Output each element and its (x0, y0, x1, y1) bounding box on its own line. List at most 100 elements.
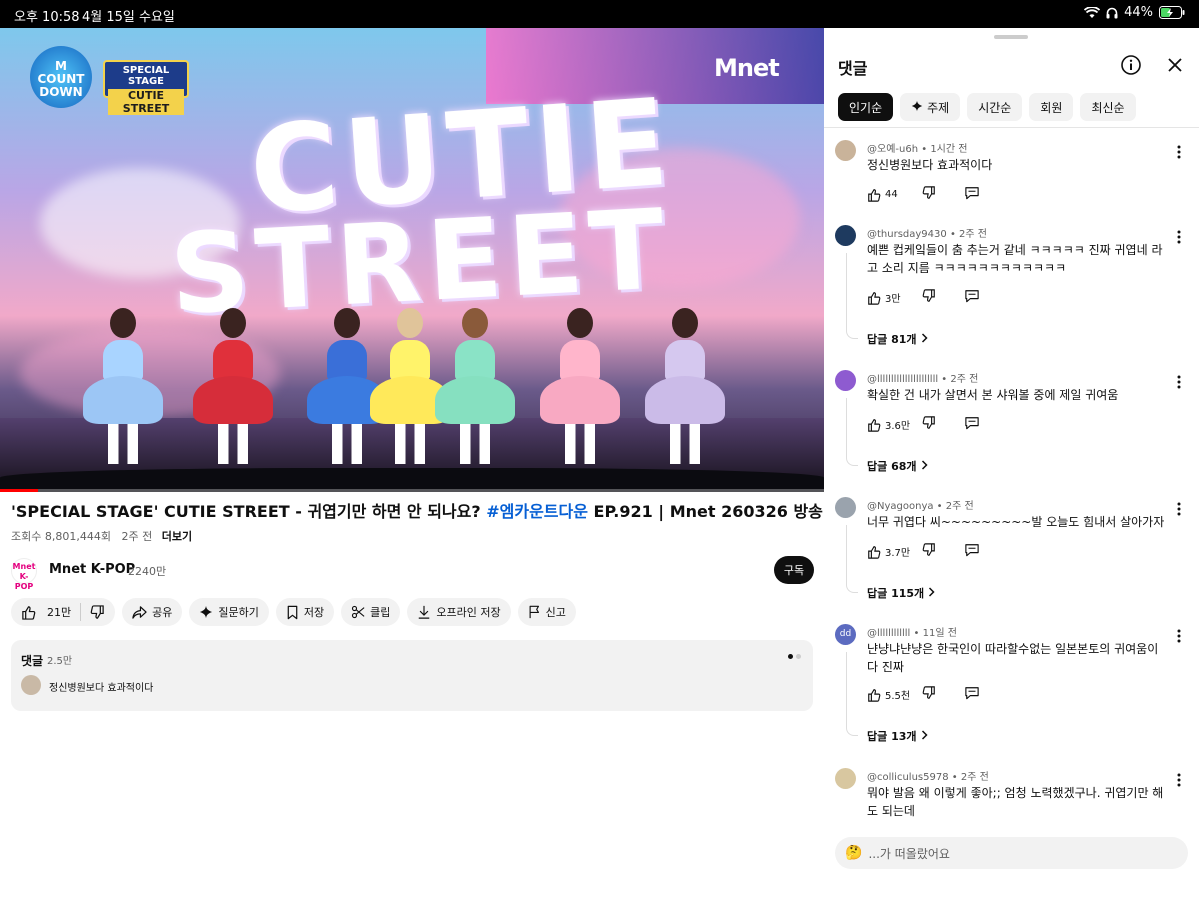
sparkle-icon (199, 605, 213, 619)
comment-header: @colliculus5978 • 2주 전 (867, 772, 989, 783)
status-indicators: 44% (1084, 5, 1185, 20)
thumbs-down-icon[interactable] (922, 416, 964, 433)
replies-toggle[interactable]: 답글 115개 (867, 585, 935, 601)
more-vert-icon[interactable] (1177, 374, 1181, 393)
share-icon (132, 605, 147, 620)
channel-name[interactable]: Mnet K-POP (49, 562, 135, 577)
comment-author[interactable]: @llllllllllll (867, 628, 910, 639)
comment-author[interactable]: @colliculus5978 (867, 772, 949, 783)
comment-like-count: 3.6만 (885, 421, 911, 432)
offline-label: 오프라인 저장 (436, 606, 501, 619)
reply-icon[interactable] (964, 416, 980, 433)
more-vert-icon[interactable] (1177, 501, 1181, 520)
comment-author[interactable]: @llllllllllllllllllllll (867, 374, 938, 385)
comment-like[interactable]: 3만 (867, 290, 922, 305)
more-vert-icon[interactable] (1177, 628, 1181, 647)
like-count[interactable]: 21만 (47, 604, 71, 620)
thread-line (846, 398, 858, 466)
chip-topic[interactable]: 주제 (900, 93, 961, 121)
comment-like[interactable]: 5.5천 (867, 687, 922, 702)
more-vert-icon[interactable] (1177, 229, 1181, 248)
thumbs-up-icon[interactable] (21, 605, 36, 620)
chip-members[interactable]: 회원 (1029, 93, 1074, 121)
avatar[interactable] (835, 370, 856, 391)
chip-label: 인기순 (849, 100, 883, 115)
comment-like[interactable]: 3.6만 (867, 417, 922, 432)
avatar[interactable] (835, 140, 856, 161)
replies-toggle[interactable]: 답글 81개 (867, 331, 928, 347)
thumbs-up-icon (868, 291, 881, 305)
thumbs-down-icon[interactable] (922, 686, 964, 703)
sparkle-icon (911, 100, 923, 115)
thumbs-down-icon[interactable] (922, 289, 964, 306)
comment-age: 2주 전 (959, 229, 987, 240)
avatar[interactable] (835, 225, 856, 246)
reply-icon[interactable] (964, 543, 980, 560)
chip-timeline[interactable]: 시간순 (967, 93, 1023, 121)
replies-count: 답글 81개 (867, 333, 917, 346)
report-button[interactable]: 신고 (517, 598, 576, 626)
comment-author[interactable]: @thursday9430 (867, 229, 947, 240)
headphones-icon (1106, 7, 1118, 19)
thumbs-down-icon[interactable] (90, 604, 105, 620)
comment-like[interactable]: 44 (867, 188, 922, 202)
thread-line (846, 253, 858, 339)
comment-actions: 5.5천 (867, 686, 980, 703)
thumbs-up-icon (868, 688, 881, 702)
video-progress-bar[interactable] (0, 489, 824, 492)
bookmark-icon (286, 605, 299, 620)
reply-icon[interactable] (964, 289, 980, 306)
comment-header: @llllllllllll • 11일 전 (867, 628, 957, 639)
comment-author[interactable]: @Nyagoonya (867, 501, 934, 512)
comment-header: @Nyagoonya • 2주 전 (867, 501, 974, 512)
chip-popular[interactable]: 인기순 (838, 93, 894, 121)
info-icon[interactable] (1120, 54, 1142, 80)
comment-age: 1시간 전 (930, 144, 968, 155)
hashtag-link[interactable]: #엠카운트다운 (486, 502, 588, 521)
chip-label: 시간순 (978, 100, 1012, 115)
thumbs-down-icon[interactable] (922, 186, 964, 203)
offline-save-button[interactable]: 오프라인 저장 (407, 598, 511, 626)
clip-button[interactable]: 클립 (341, 598, 401, 626)
comment-input[interactable]: 🤔 ...가 떠올랐어요 (835, 837, 1188, 869)
comment-list[interactable]: @오예-u6h • 1시간 전 정신병원보다 효과적이다 44 @thursda… (824, 128, 1199, 831)
drag-handle[interactable] (994, 35, 1028, 39)
comment-actions: 44 (867, 186, 980, 203)
comments-preview-card[interactable]: 댓글 2.5만 정신병원보다 효과적이다 (11, 640, 813, 711)
thread-line (846, 652, 858, 736)
subscribe-button[interactable]: 구독 (774, 556, 814, 584)
comment-like[interactable]: 3.7만 (867, 544, 922, 559)
reply-icon[interactable] (964, 186, 980, 203)
more-link[interactable]: 더보기 (162, 530, 192, 543)
replies-count: 답글 68개 (867, 460, 917, 473)
channel-avatar-text: Mnet K-POP (12, 562, 36, 591)
dancer-figure (193, 308, 273, 464)
chevron-right-icon (921, 729, 928, 743)
save-label: 저장 (303, 606, 325, 619)
comment-actions: 3.6만 (867, 416, 980, 433)
countdown-logo: M COUNT DOWN (30, 46, 92, 108)
chip-newest[interactable]: 최신순 (1080, 93, 1136, 121)
comment-header: @llllllllllllllllllllll • 2주 전 (867, 374, 979, 385)
avatar[interactable]: dd (835, 624, 856, 645)
thumbs-down-icon[interactable] (922, 543, 964, 560)
avatar[interactable] (835, 768, 856, 789)
save-button[interactable]: 저장 (275, 598, 335, 626)
video-player[interactable]: CUTIE STREET M COUNT DOWN SPECIAL STAGE … (0, 28, 824, 492)
avatar[interactable] (835, 497, 856, 518)
report-label: 신고 (545, 606, 566, 619)
video-title: 'SPECIAL STAGE' CUTIE STREET - 귀엽기만 하면 안… (11, 501, 823, 523)
replies-toggle[interactable]: 답글 68개 (867, 458, 928, 474)
replies-toggle[interactable]: 답글 13개 (867, 728, 928, 744)
more-vert-icon[interactable] (1177, 772, 1181, 791)
close-icon[interactable] (1164, 54, 1186, 80)
channel-avatar[interactable]: Mnet K-POP (11, 558, 37, 591)
comment-author[interactable]: @오예-u6h (867, 144, 918, 155)
share-button[interactable]: 공유 (122, 598, 183, 626)
progress-fill (0, 489, 38, 492)
more-vert-icon[interactable] (1177, 144, 1181, 163)
dancer-figure (307, 308, 387, 464)
ask-button[interactable]: 질문하기 (189, 598, 269, 626)
comment-text: 냔냥냐냔냥은 한국인이 따라할수없는 일본본토의 귀여움이다 진짜 (867, 642, 1159, 674)
reply-icon[interactable] (964, 686, 980, 703)
